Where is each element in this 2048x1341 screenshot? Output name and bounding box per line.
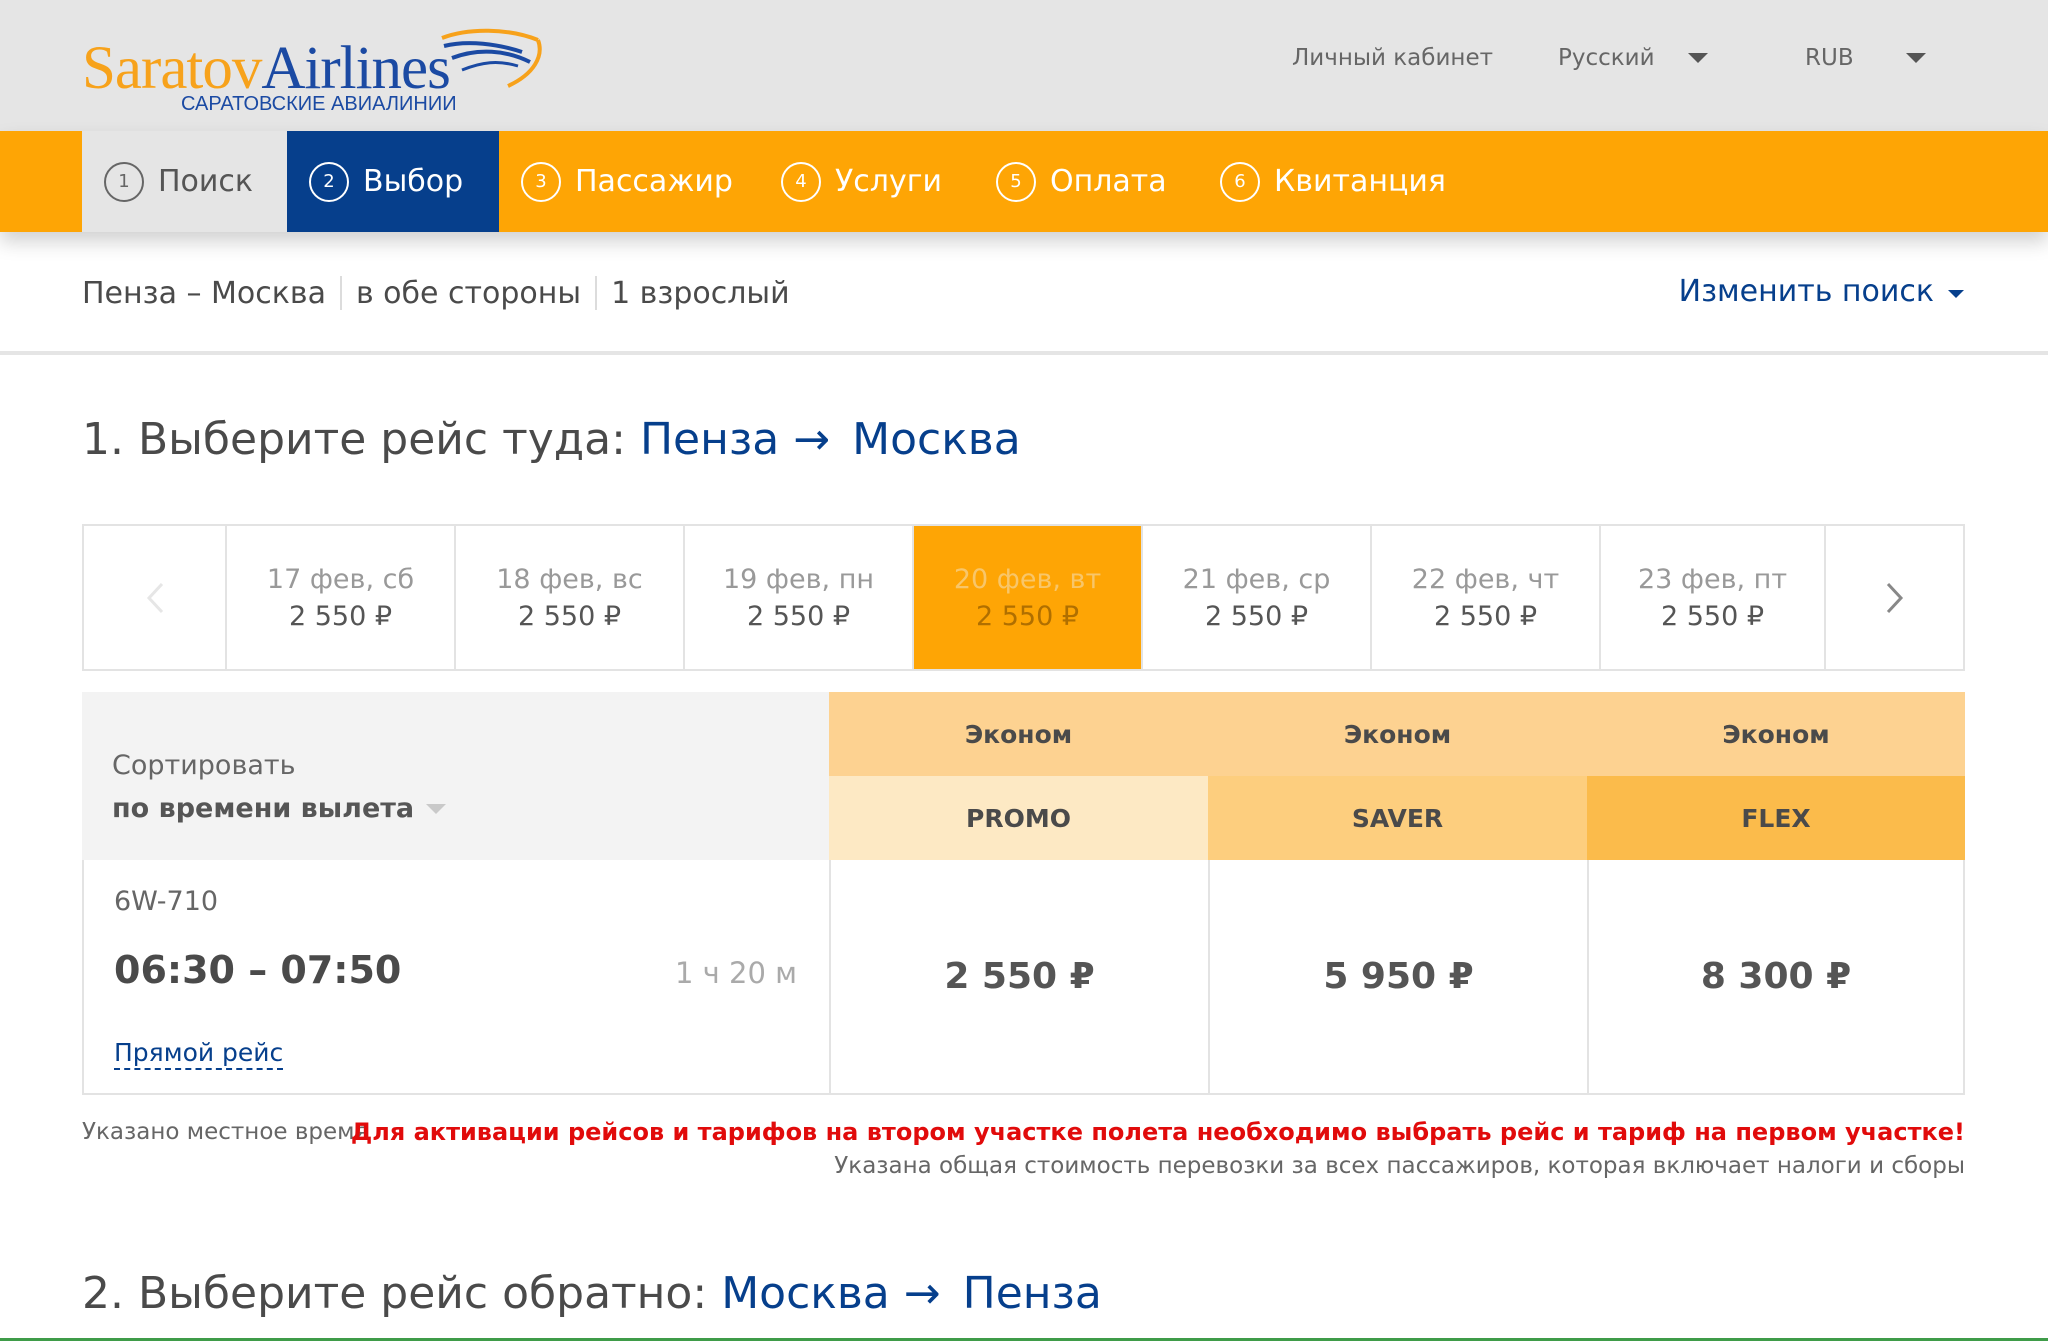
outbound-section-title: 1. Выберите рейс туда: Пенза → Москва: [82, 414, 1021, 465]
account-link[interactable]: Личный кабинет: [1292, 45, 1493, 71]
currency-select[interactable]: RUB: [1805, 45, 1854, 71]
return-section-title: 2. Выберите рейс обратно: Москва → Пенза: [82, 1268, 1102, 1319]
fare-name-flex: FLEX: [1587, 776, 1965, 860]
step-select[interactable]: 2 Выбор: [287, 131, 499, 232]
route-arrow-icon: →: [793, 414, 831, 465]
language-select[interactable]: Русский: [1558, 45, 1655, 71]
logo-swoosh-icon: [441, 28, 542, 88]
search-summary: Пенза – Москва в обе стороны 1 взрослый: [82, 270, 790, 316]
fare-class-header: Эконом: [829, 692, 1208, 776]
fare-table: Сортировать по времени вылета Эконом Эко…: [82, 692, 1965, 1095]
saratov-airlines-logo[interactable]: SaratovAirlines САРАТОВСКИЕ АВИАЛИНИИ: [82, 26, 552, 118]
date-label: 20 фев, вт: [953, 563, 1102, 595]
step-search[interactable]: 1 Поиск: [82, 131, 287, 232]
date-price: 2 550 ₽: [517, 600, 622, 632]
step-number: 2: [309, 161, 349, 202]
flight-number: 6W-710: [114, 886, 219, 917]
flight-time: 06:30 – 07:50: [114, 948, 402, 992]
caret-down-icon: [1948, 289, 1964, 298]
step-number: 5: [996, 161, 1036, 202]
change-search-button[interactable]: Изменить поиск: [1679, 274, 1964, 309]
local-time-note: Указано местное время: [82, 1119, 369, 1145]
price-saver-button[interactable]: 5 950 ₽: [1208, 860, 1587, 1093]
step-receipt: 6 Квитанция: [1220, 131, 1446, 232]
date-label: 21 фев, ср: [1182, 563, 1331, 595]
step-number: 1: [104, 161, 144, 202]
date-label: 18 фев, вс: [496, 563, 643, 595]
fare-class-header: Эконом: [1587, 692, 1965, 776]
outbound-from: Пенза: [639, 414, 780, 465]
step-label: Услуги: [835, 164, 942, 199]
logo-subtitle: САРАТОВСКИЕ АВИАЛИНИИ: [181, 93, 457, 115]
step-label: Выбор: [363, 164, 464, 199]
sort-dropdown[interactable]: по времени вылета: [112, 793, 447, 824]
date-price: 2 550 ₽: [746, 600, 851, 632]
step-label: Пассажир: [575, 164, 733, 199]
date-selector: 17 фев, сб 2 550 ₽ 18 фев, вс 2 550 ₽ 19…: [82, 524, 1965, 671]
date-price: 2 550 ₽: [1433, 600, 1538, 632]
flight-type-link[interactable]: Прямой рейс: [114, 1038, 284, 1070]
date-option[interactable]: 18 фев, вс 2 550 ₽: [454, 526, 683, 669]
summary-divider: [339, 276, 342, 310]
date-option[interactable]: 21 фев, ср 2 550 ₽: [1141, 526, 1370, 669]
return-from: Москва: [721, 1268, 890, 1319]
sort-value: по времени вылета: [112, 793, 415, 824]
step-number: 4: [781, 161, 821, 202]
booking-steps-bar: 1 Поиск 2 Выбор 3 Пассажир 4 Услуги 5 Оп…: [0, 131, 2048, 232]
change-search-label: Изменить поиск: [1678, 274, 1934, 309]
chevron-right-icon: [1886, 582, 1903, 613]
summary-passengers: 1 взрослый: [611, 275, 790, 311]
currency-caret-down-icon[interactable]: [1906, 53, 1926, 63]
prev-dates-button[interactable]: [84, 526, 225, 669]
date-label: 23 фев, пт: [1637, 563, 1788, 595]
date-option-selected[interactable]: 20 фев, вт 2 550 ₽: [912, 526, 1141, 669]
date-price: 2 550 ₽: [975, 600, 1080, 632]
summary-divider: [595, 276, 598, 310]
fare-class-header: Эконом: [1208, 692, 1587, 776]
step-label: Оплата: [1050, 164, 1167, 199]
summary-divider-line: [0, 351, 2048, 355]
step-number: 3: [521, 161, 561, 202]
step-payment: 5 Оплата: [996, 131, 1167, 232]
price-promo-button[interactable]: 2 550 ₽: [829, 860, 1208, 1093]
activation-warning: Для активации рейсов и тарифов на втором…: [350, 1118, 1965, 1146]
date-label: 22 фев, чт: [1411, 563, 1560, 595]
step-passenger: 3 Пассажир: [521, 131, 733, 232]
step-number: 6: [1220, 161, 1260, 202]
date-price: 2 550 ₽: [1660, 600, 1765, 632]
date-option[interactable]: 19 фев, пн 2 550 ₽: [683, 526, 912, 669]
chevron-left-icon: [146, 582, 163, 613]
return-to: Пенза: [962, 1268, 1102, 1319]
price-flex-button[interactable]: 8 300 ₽: [1587, 860, 1963, 1093]
date-option[interactable]: 23 фев, пт 2 550 ₽: [1599, 526, 1824, 669]
summary-trip-type: в обе стороны: [355, 275, 582, 311]
fare-name-saver: SAVER: [1208, 776, 1587, 860]
sort-panel: Сортировать по времени вылета: [82, 692, 829, 860]
sort-label: Сортировать: [112, 750, 296, 781]
date-option[interactable]: 17 фев, сб 2 550 ₽: [225, 526, 454, 669]
site-header: SaratovAirlines САРАТОВСКИЕ АВИАЛИНИИ Ли…: [0, 0, 2048, 131]
logo-wordmark: SaratovAirlines: [82, 35, 451, 102]
date-price: 2 550 ₽: [1204, 600, 1309, 632]
summary-route: Пенза – Москва: [82, 275, 326, 311]
flight-row: 6W-710 06:30 – 07:50 1 ч 20 м Прямой рей…: [82, 860, 1965, 1095]
step-label: Поиск: [158, 164, 254, 199]
date-label: 17 фев, сб: [266, 563, 415, 595]
total-price-note: Указана общая стоимость перевозки за все…: [834, 1153, 1965, 1179]
step-services: 4 Услуги: [781, 131, 942, 232]
route-arrow-icon: →: [903, 1268, 941, 1319]
next-dates-button[interactable]: [1824, 526, 1963, 669]
step-label: Квитанция: [1274, 164, 1446, 199]
flight-duration: 1 ч 20 м: [674, 956, 797, 990]
date-option[interactable]: 22 фев, чт 2 550 ₽: [1370, 526, 1599, 669]
caret-down-icon: [426, 803, 447, 814]
date-price: 2 550 ₽: [288, 600, 393, 632]
outbound-title-prefix: 1. Выберите рейс туда:: [82, 414, 626, 465]
language-caret-down-icon[interactable]: [1688, 53, 1708, 63]
fare-name-promo: PROMO: [829, 776, 1208, 860]
return-title-prefix: 2. Выберите рейс обратно:: [82, 1268, 708, 1319]
date-label: 19 фев, пн: [722, 563, 875, 595]
outbound-to: Москва: [852, 414, 1021, 465]
